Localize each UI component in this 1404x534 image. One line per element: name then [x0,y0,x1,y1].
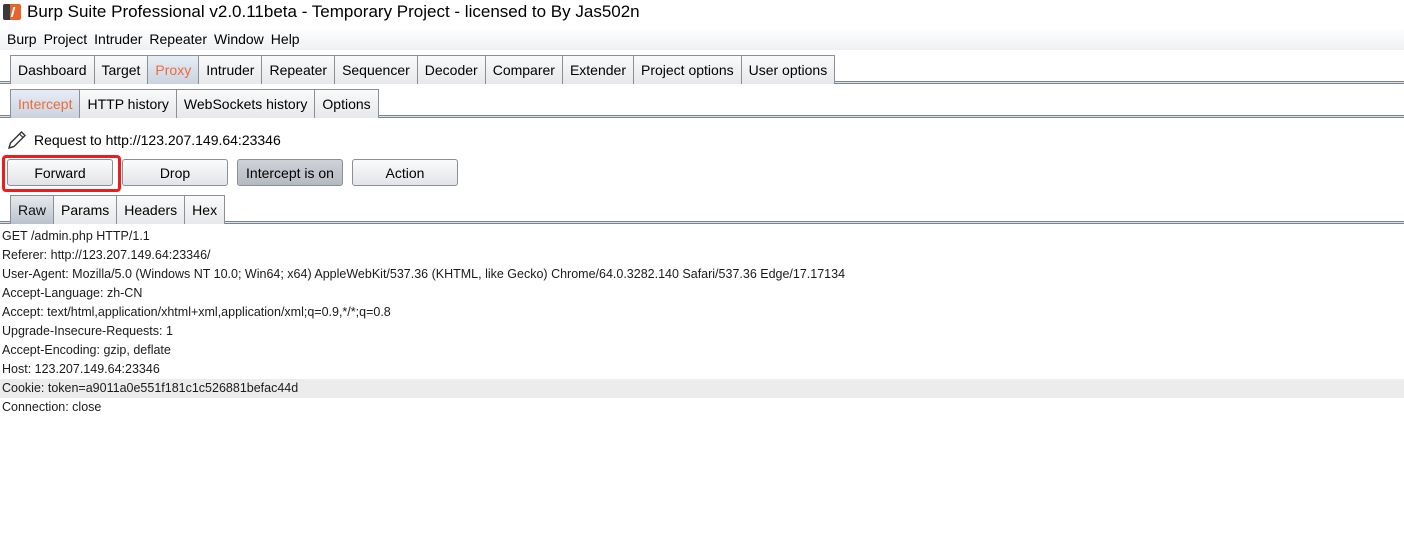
request-line: GET /admin.php HTTP/1.1 [2,229,150,243]
tab-project-options[interactable]: Project options [633,55,742,84]
tab-extender[interactable]: Extender [561,55,634,84]
title-bar: Burp Suite Professional v2.0.11beta - Te… [0,0,1404,24]
header-line: Accept: text/html,application/xhtml+xml,… [2,305,391,319]
header-line: Referer: http://123.207.149.64:23346/ [2,248,211,262]
header-line-current: Cookie: token=a9011a0e551f181c1c526881be… [0,379,1404,398]
tab-websockets-history[interactable]: WebSockets history [175,89,316,118]
menu-project[interactable]: Project [41,31,91,47]
request-target: Request to http://123.207.149.64:23346 [6,129,281,151]
header-line: User-Agent: Mozilla/5.0 (Windows NT 10.0… [2,267,846,281]
pencil-icon [7,131,26,150]
menu-bar: Burp Project Intruder Repeater Window He… [0,28,1404,50]
tab-hex[interactable]: Hex [184,195,226,224]
raw-request-editor[interactable]: GET /admin.php HTTP/1.1 Referer: http://… [0,227,1404,417]
menu-help[interactable]: Help [268,31,303,47]
window-title: Burp Suite Professional v2.0.11beta - Te… [27,2,640,21]
action-button[interactable]: Action [352,159,458,186]
tab-user-options[interactable]: User options [740,55,836,84]
tab-raw[interactable]: Raw [10,195,55,224]
tab-comparer[interactable]: Comparer [484,55,563,84]
tab-target[interactable]: Target [93,55,149,84]
tab-options[interactable]: Options [314,89,379,118]
tab-params[interactable]: Params [53,195,118,224]
drop-button[interactable]: Drop [122,159,228,186]
menu-burp[interactable]: Burp [4,31,40,47]
proxy-tab-bar: Intercept HTTP history WebSockets histor… [0,88,1404,118]
tab-intruder[interactable]: Intruder [198,55,263,84]
tab-proxy[interactable]: Proxy [147,55,200,84]
intercept-toggle-button[interactable]: Intercept is on [237,159,343,186]
menu-window[interactable]: Window [211,31,267,47]
forward-highlight-box [2,155,121,192]
menu-intruder[interactable]: Intruder [91,31,145,47]
tab-intercept[interactable]: Intercept [10,89,81,118]
tab-sequencer[interactable]: Sequencer [334,55,418,84]
tab-decoder[interactable]: Decoder [416,55,486,84]
header-line: Connection: close [2,400,102,414]
header-line: Host: 123.207.149.64:23346 [2,362,160,376]
tab-headers[interactable]: Headers [116,195,186,224]
main-tab-bar: Dashboard Target Proxy Intruder Repeater… [0,54,1404,84]
header-line: Accept-Language: zh-CN [2,286,143,300]
header-line: Upgrade-Insecure-Requests: 1 [2,324,173,338]
message-tab-bar: Raw Params Headers Hex [0,194,1404,224]
tab-dashboard[interactable]: Dashboard [10,55,95,84]
tab-repeater[interactable]: Repeater [261,55,336,84]
burp-logo-icon [3,3,21,21]
header-line: Accept-Encoding: gzip, deflate [2,343,171,357]
menu-repeater[interactable]: Repeater [146,31,210,47]
tab-http-history[interactable]: HTTP history [79,89,177,118]
request-url-label: Request to http://123.207.149.64:23346 [34,132,281,148]
